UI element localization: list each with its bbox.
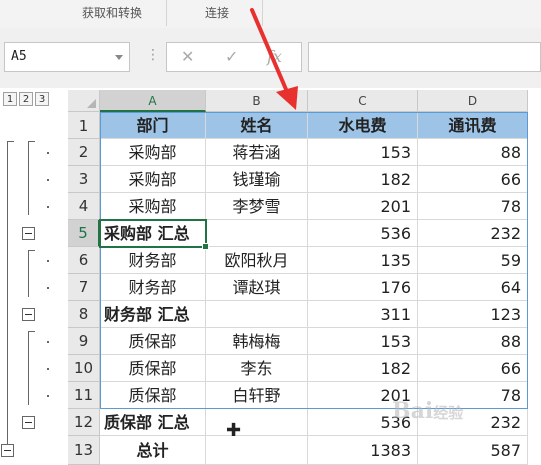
cell-cursor-icon: ✚ <box>226 420 242 441</box>
watermark-logo: Bai经验 <box>392 398 464 424</box>
annotation-arrow-icon <box>250 8 298 110</box>
